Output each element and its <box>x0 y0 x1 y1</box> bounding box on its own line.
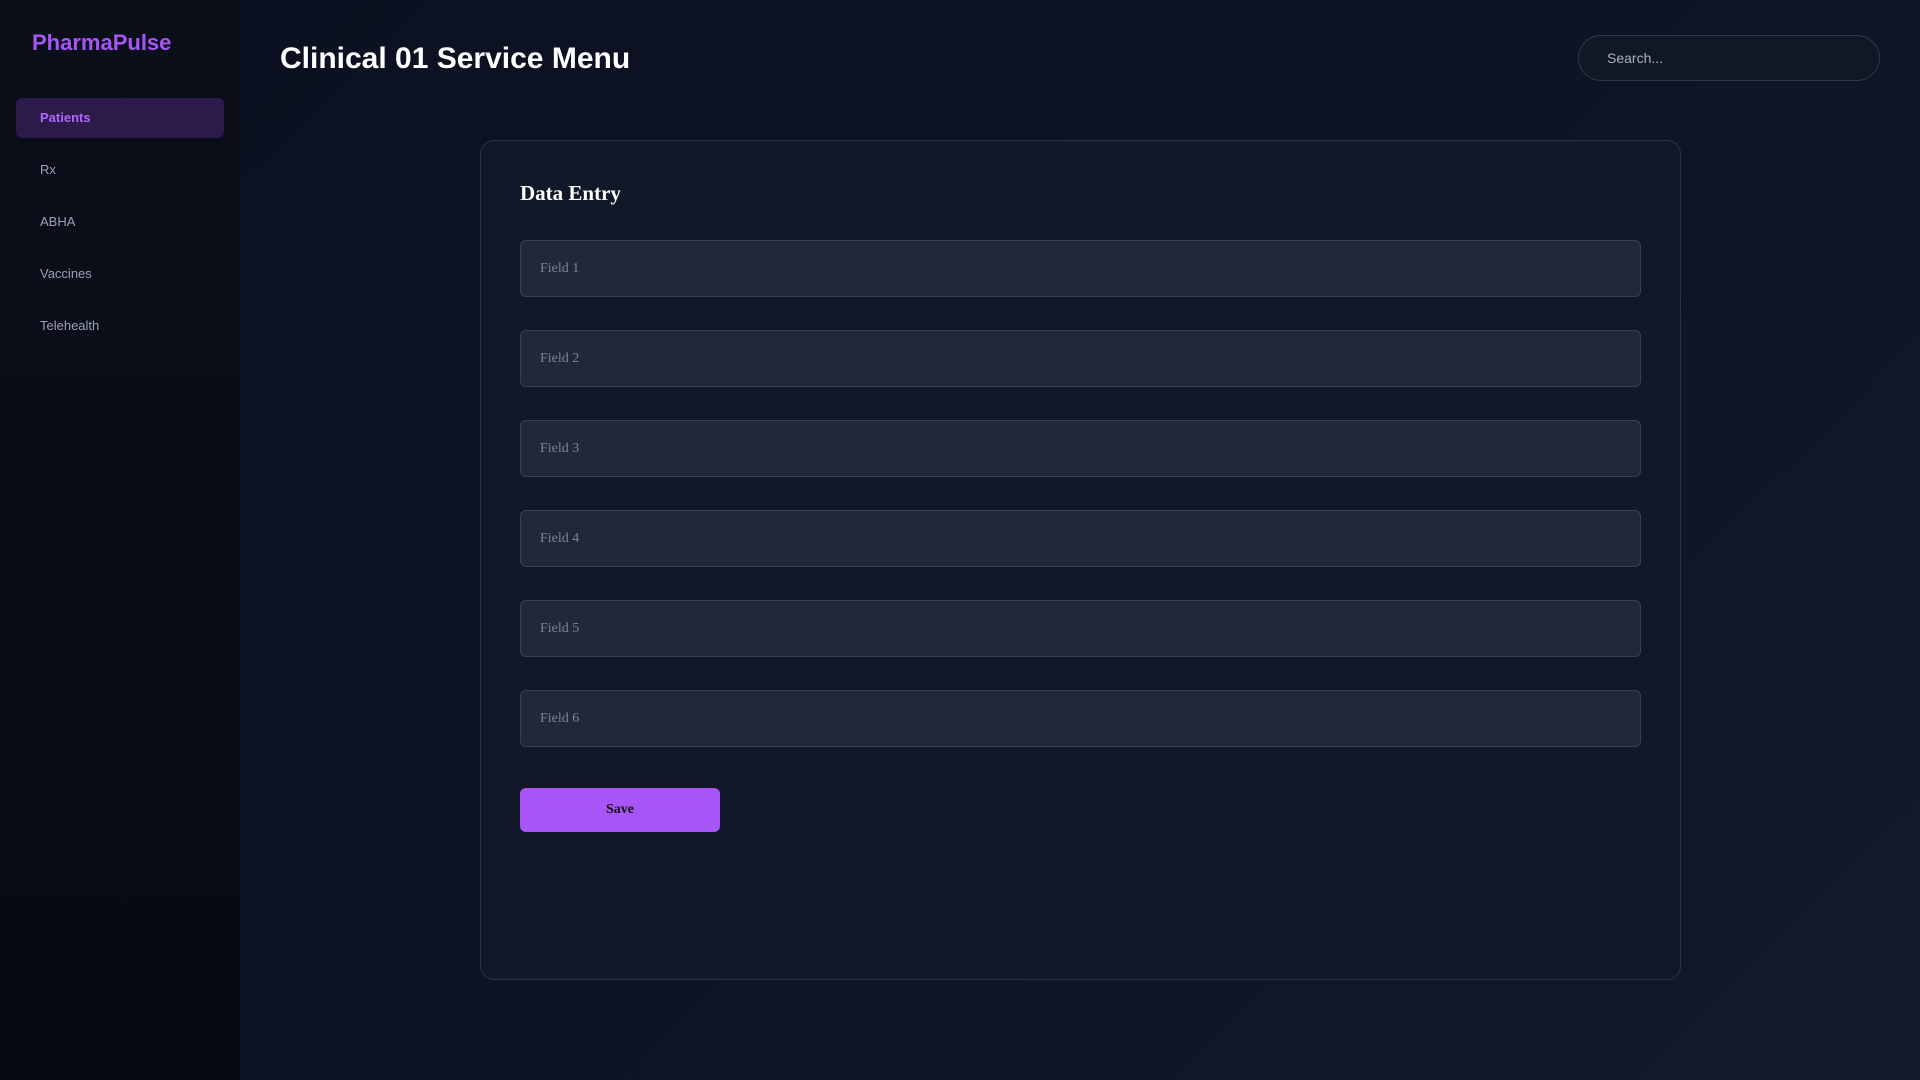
search-input[interactable] <box>1578 35 1880 81</box>
app-root: PharmaPulse Patients Rx ABHA Vaccines Te… <box>0 0 1920 1080</box>
field-6-input[interactable] <box>520 690 1641 747</box>
field-1-input[interactable] <box>520 240 1641 297</box>
field-4-input[interactable] <box>520 510 1641 567</box>
field-2-input[interactable] <box>520 330 1641 387</box>
field-3-input[interactable] <box>520 420 1641 477</box>
sidebar-item-rx[interactable]: Rx <box>16 150 224 190</box>
sidebar: PharmaPulse Patients Rx ABHA Vaccines Te… <box>0 0 240 1080</box>
page-title: Clinical 01 Service Menu <box>280 42 631 75</box>
card-title: Data Entry <box>520 181 621 205</box>
sidebar-item-telehealth[interactable]: Telehealth <box>16 306 224 346</box>
sidebar-item-abha[interactable]: ABHA <box>16 202 224 242</box>
data-entry-card: Data Entry Save <box>480 140 1681 980</box>
field-5-input[interactable] <box>520 600 1641 657</box>
sidebar-nav: Patients Rx ABHA Vaccines Telehealth <box>16 98 224 346</box>
save-button[interactable]: Save <box>520 788 720 832</box>
main-content: Clinical 01 Service Menu Data Entry Save <box>240 0 1920 1080</box>
sidebar-item-vaccines[interactable]: Vaccines <box>16 254 224 294</box>
sidebar-item-patients[interactable]: Patients <box>16 98 224 138</box>
brand-logo[interactable]: PharmaPulse <box>16 30 224 56</box>
